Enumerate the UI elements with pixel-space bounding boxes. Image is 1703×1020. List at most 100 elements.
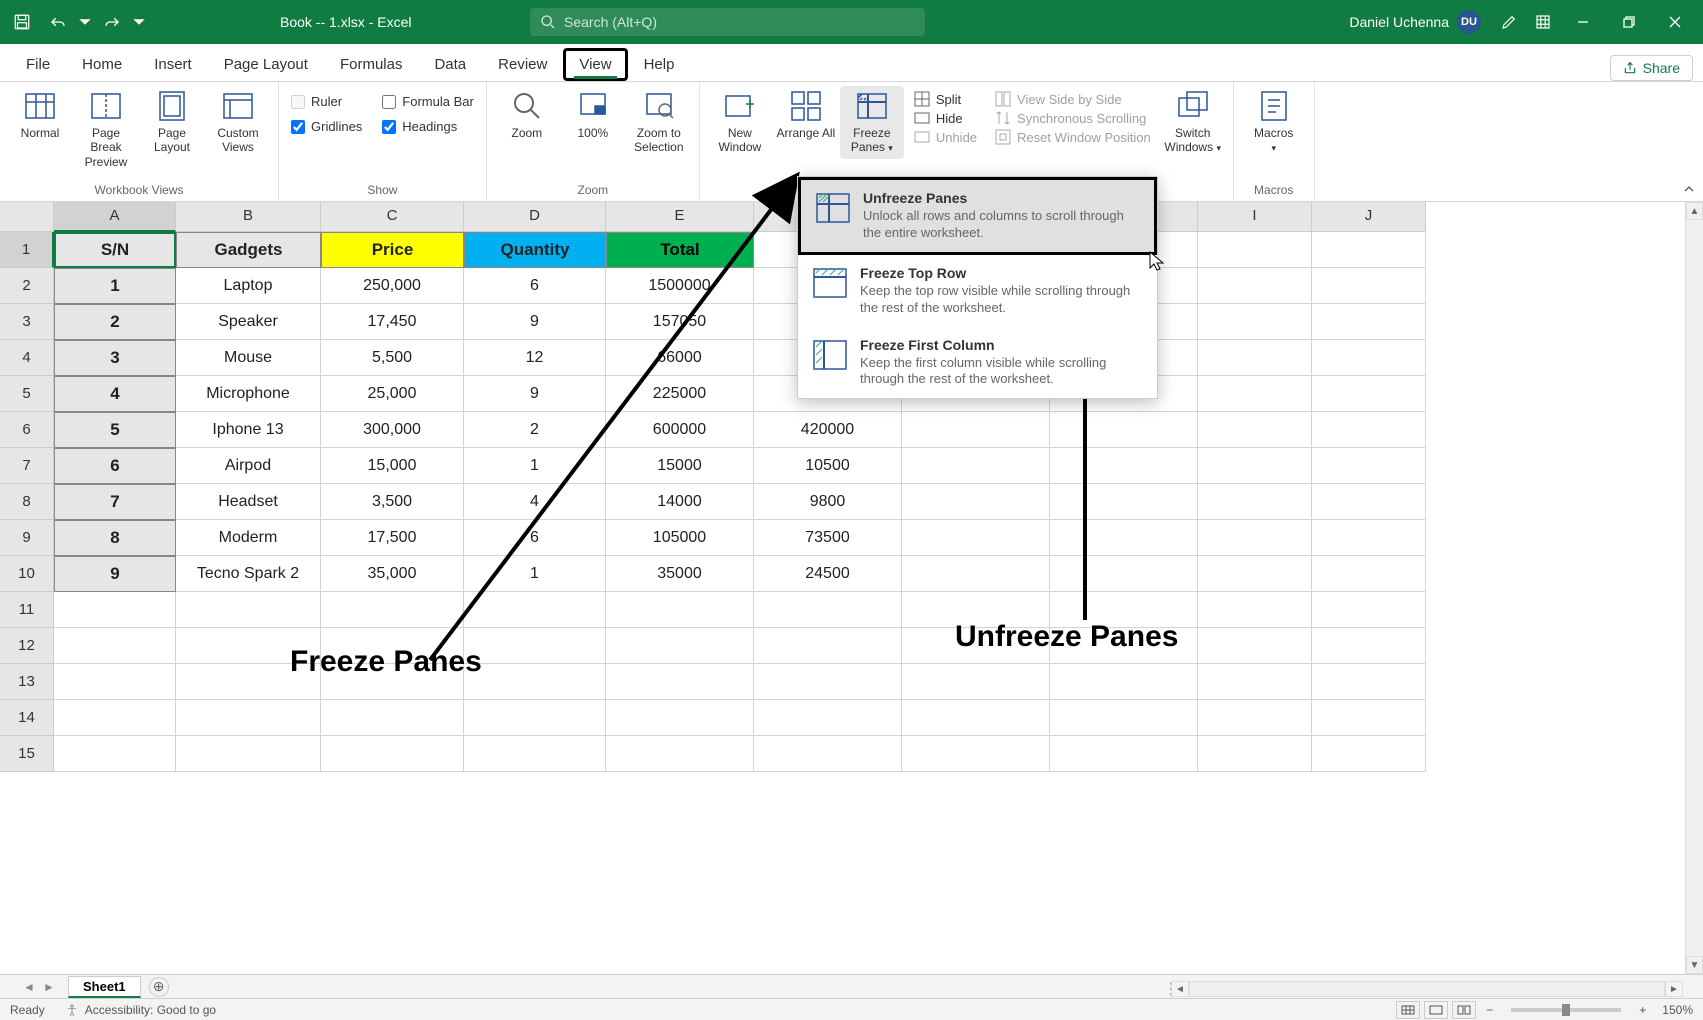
cell[interactable] <box>902 412 1050 448</box>
cell[interactable] <box>902 556 1050 592</box>
cell[interactable]: Mouse <box>176 340 321 376</box>
cell[interactable] <box>1312 484 1426 520</box>
cell[interactable] <box>1050 736 1198 772</box>
user-account[interactable]: Daniel Uchenna DU <box>1349 10 1481 34</box>
cell[interactable]: 7 <box>54 484 176 520</box>
cell[interactable] <box>606 736 754 772</box>
formulabar-checkbox[interactable]: Formula Bar <box>378 92 478 111</box>
cell[interactable] <box>1312 592 1426 628</box>
share-button[interactable]: Share <box>1610 55 1693 81</box>
normal-view-button[interactable]: Normal <box>8 86 72 173</box>
cell[interactable] <box>1312 700 1426 736</box>
zoom-button[interactable]: Zoom <box>495 86 559 159</box>
zoom-out-button[interactable]: − <box>1486 1003 1493 1017</box>
zoom-in-button[interactable]: + <box>1639 1003 1646 1017</box>
col-header-j[interactable]: J <box>1312 202 1426 232</box>
cell[interactable]: Airpod <box>176 448 321 484</box>
tab-insert[interactable]: Insert <box>138 48 208 81</box>
row-header[interactable]: 3 <box>0 304 54 340</box>
new-window-button[interactable]: New Window <box>708 86 772 159</box>
cell[interactable]: 5 <box>54 412 176 448</box>
row-header[interactable]: 8 <box>0 484 54 520</box>
cell[interactable] <box>902 484 1050 520</box>
cell[interactable] <box>1198 520 1312 556</box>
cell[interactable]: S/N <box>54 232 176 268</box>
cell[interactable] <box>464 736 606 772</box>
ruler-checkbox[interactable]: Ruler <box>287 92 366 111</box>
cell[interactable] <box>1312 340 1426 376</box>
cell[interactable]: 1 <box>54 268 176 304</box>
collapse-ribbon-icon[interactable] <box>1681 181 1697 197</box>
cell[interactable] <box>902 700 1050 736</box>
minimize-button[interactable] <box>1561 2 1605 42</box>
cell[interactable] <box>1198 376 1312 412</box>
select-all-corner[interactable] <box>0 202 54 232</box>
cell[interactable] <box>321 700 464 736</box>
sheet-tab[interactable]: Sheet1 <box>68 976 141 998</box>
scroll-down-icon[interactable]: ▼ <box>1686 956 1703 974</box>
zoom-100-button[interactable]: 100% <box>561 86 625 159</box>
row-header[interactable]: 11 <box>0 592 54 628</box>
cell[interactable]: 6 <box>54 448 176 484</box>
cell[interactable] <box>176 592 321 628</box>
tab-pagelayout[interactable]: Page Layout <box>208 48 324 81</box>
cell[interactable] <box>54 700 176 736</box>
cell[interactable] <box>54 592 176 628</box>
cell[interactable]: Tecno Spark 2 <box>176 556 321 592</box>
row-header[interactable]: 12 <box>0 628 54 664</box>
cell[interactable] <box>1312 412 1426 448</box>
qat-customize-icon[interactable] <box>132 6 146 38</box>
page-layout-button[interactable]: Page Layout <box>140 86 204 173</box>
restore-button[interactable] <box>1607 2 1651 42</box>
cell[interactable] <box>1198 664 1312 700</box>
autosave-icon[interactable] <box>6 6 38 38</box>
hide-button[interactable]: Hide <box>910 109 981 127</box>
cell[interactable] <box>754 700 902 736</box>
cell[interactable] <box>1198 484 1312 520</box>
cell[interactable] <box>902 520 1050 556</box>
cell[interactable] <box>606 700 754 736</box>
cell[interactable] <box>1198 268 1312 304</box>
cell[interactable] <box>1312 268 1426 304</box>
cell[interactable] <box>1312 736 1426 772</box>
unfreeze-panes-item[interactable]: Unfreeze PanesUnlock all rows and column… <box>798 177 1157 255</box>
row-header[interactable]: 1 <box>0 232 54 268</box>
cell[interactable] <box>1198 592 1312 628</box>
cell[interactable]: 9 <box>54 556 176 592</box>
cell[interactable] <box>1198 700 1312 736</box>
close-button[interactable] <box>1653 2 1697 42</box>
redo-button[interactable] <box>96 6 128 38</box>
normal-view-icon[interactable] <box>1396 1001 1420 1019</box>
freeze-panes-button[interactable]: Freeze Panes ▾ <box>840 86 904 159</box>
cell[interactable] <box>1312 304 1426 340</box>
col-header-a[interactable]: A <box>54 202 176 232</box>
zoom-slider[interactable] <box>1511 1008 1621 1012</box>
cell[interactable] <box>1312 520 1426 556</box>
cell[interactable] <box>754 736 902 772</box>
freeze-top-row-item[interactable]: Freeze Top RowKeep the top row visible w… <box>798 255 1157 327</box>
row-header[interactable]: 9 <box>0 520 54 556</box>
macros-button[interactable]: Macros▾ <box>1242 86 1306 159</box>
row-header[interactable]: 2 <box>0 268 54 304</box>
cell[interactable] <box>1198 556 1312 592</box>
cell[interactable] <box>1050 664 1198 700</box>
switch-windows-button[interactable]: Switch Windows ▾ <box>1161 86 1225 159</box>
col-header-b[interactable]: B <box>176 202 321 232</box>
new-sheet-button[interactable]: ⊕ <box>149 977 169 997</box>
cell[interactable] <box>1312 556 1426 592</box>
cell[interactable]: 8 <box>54 520 176 556</box>
row-header[interactable]: 10 <box>0 556 54 592</box>
cell[interactable]: Headset <box>176 484 321 520</box>
cell[interactable] <box>176 736 321 772</box>
cell[interactable] <box>1312 664 1426 700</box>
gridlines-checkbox[interactable]: Gridlines <box>287 117 366 136</box>
cell[interactable]: 4 <box>54 376 176 412</box>
cell[interactable] <box>1198 340 1312 376</box>
headings-checkbox[interactable]: Headings <box>378 117 478 136</box>
cell[interactable] <box>54 628 176 664</box>
pagebreak-view-icon[interactable] <box>1452 1001 1476 1019</box>
draw-icon[interactable] <box>1493 6 1525 38</box>
cell[interactable] <box>902 664 1050 700</box>
tab-formulas[interactable]: Formulas <box>324 48 419 81</box>
cell[interactable] <box>1198 304 1312 340</box>
